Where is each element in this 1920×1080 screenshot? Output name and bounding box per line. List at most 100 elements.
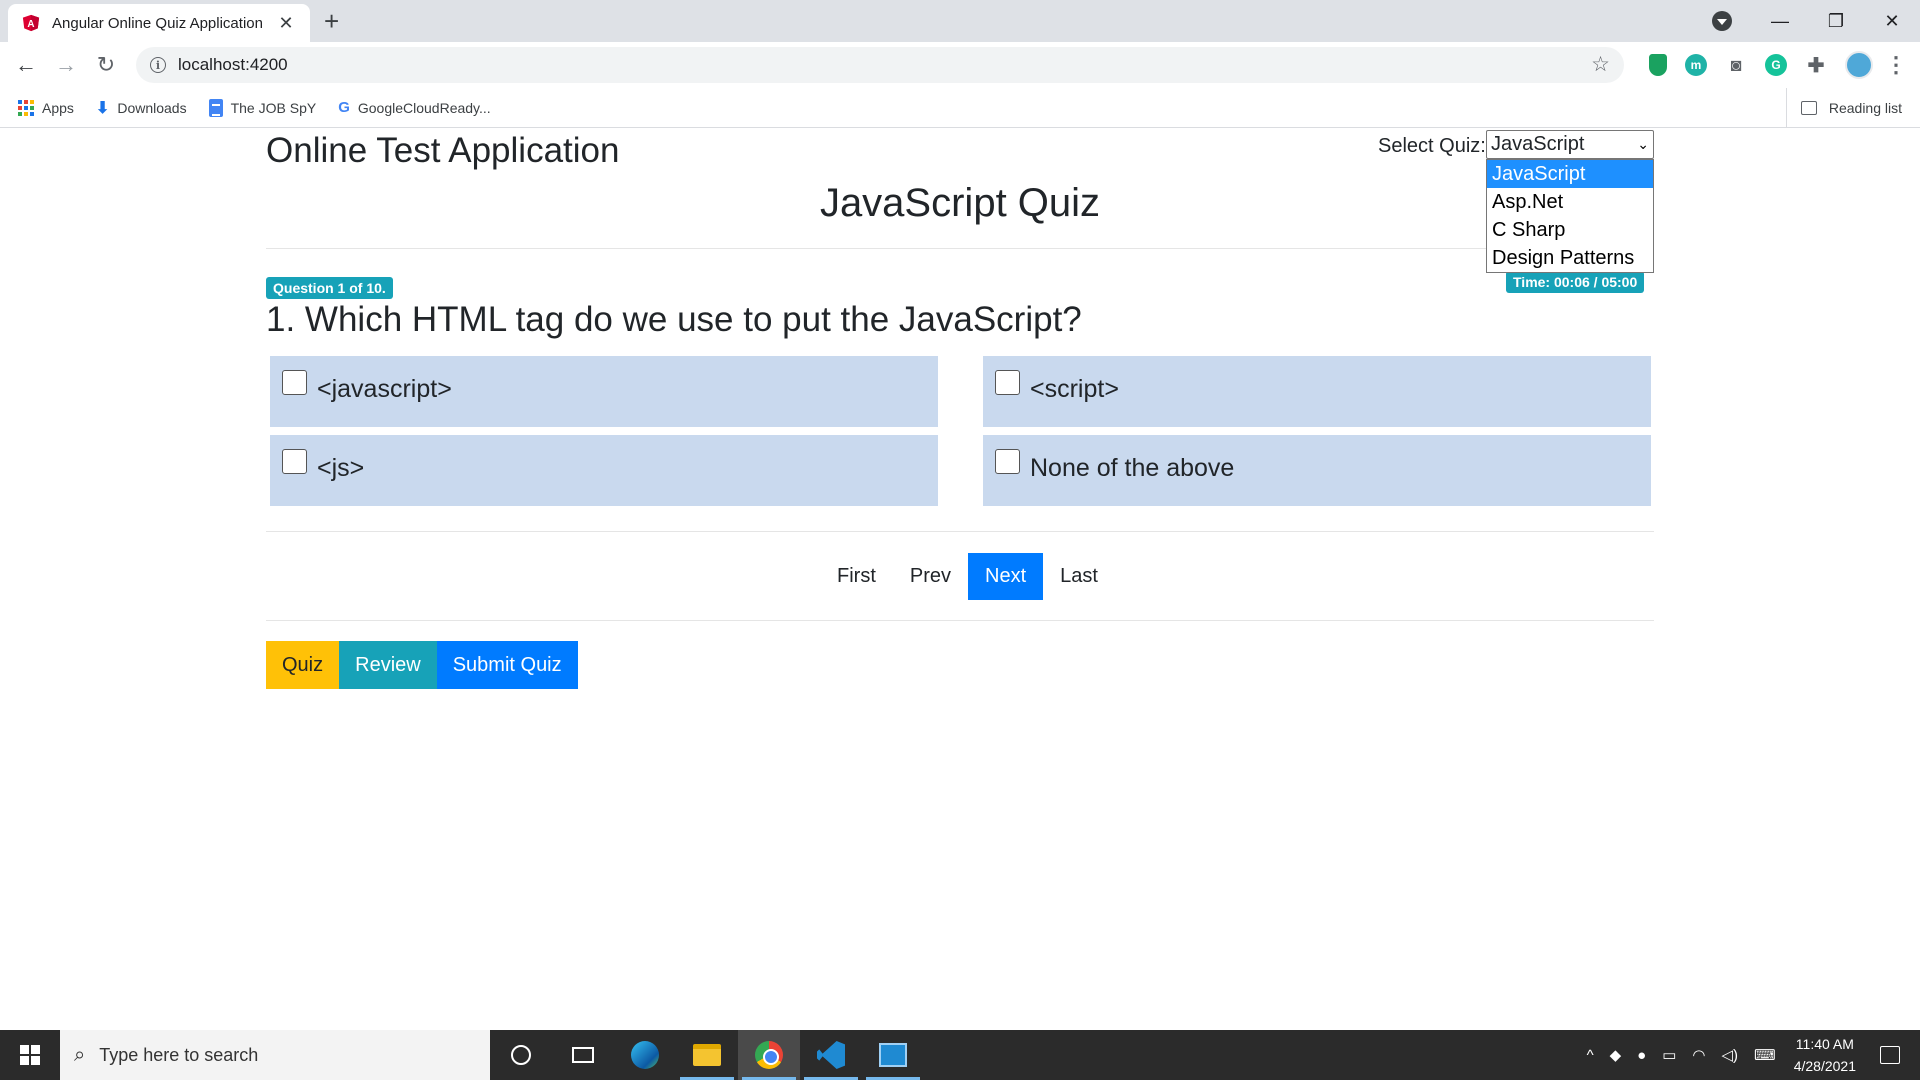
quiz-option-csharp[interactable]: C Sharp	[1487, 216, 1653, 244]
answer-checkbox[interactable]	[282, 370, 307, 395]
quiz-select[interactable]: JavaScript ⌄	[1486, 130, 1654, 159]
bookmarks-bar: Apps ⬇ Downloads The JOB SpY G GoogleClo…	[0, 88, 1920, 128]
bookmark-apps[interactable]: Apps	[18, 99, 74, 116]
bookmark-label: GoogleCloudReady...	[357, 99, 491, 116]
edge-icon	[631, 1041, 659, 1069]
divider	[266, 248, 1654, 249]
bookmark-star-icon[interactable]: ☆	[1591, 52, 1610, 77]
site-info-icon[interactable]: i	[150, 57, 166, 73]
new-tab-icon[interactable]: +	[324, 8, 339, 34]
tab-search-icon[interactable]	[1712, 11, 1732, 31]
submit-quiz-button[interactable]: Submit Quiz	[436, 641, 578, 689]
search-icon: ⌕	[74, 1043, 86, 1066]
window-controls: — ❐ ✕	[1752, 0, 1920, 42]
divider	[266, 620, 1654, 621]
answer-option[interactable]: <javascript>	[270, 356, 938, 427]
bookmark-downloads[interactable]: ⬇ Downloads	[96, 98, 187, 118]
google-icon: G	[338, 99, 350, 116]
minimize-icon[interactable]: —	[1752, 11, 1808, 32]
browser-tab[interactable]: A Angular Online Quiz Application ✕	[8, 4, 310, 42]
chevron-down-icon: ⌄	[1637, 136, 1649, 152]
url-text[interactable]: localhost:4200	[178, 55, 288, 75]
shield-extension-icon[interactable]	[1649, 54, 1667, 76]
notifications-icon[interactable]	[1880, 1046, 1900, 1064]
angular-icon: A	[22, 14, 40, 32]
address-bar[interactable]: i localhost:4200 ☆	[136, 47, 1624, 83]
clock-time: 11:40 AM	[1795, 1036, 1854, 1052]
svg-text:A: A	[27, 19, 34, 30]
keyboard-icon[interactable]: ⌨	[1754, 1046, 1776, 1064]
close-window-icon[interactable]: ✕	[1864, 11, 1920, 32]
reload-icon[interactable]: ↻	[86, 52, 126, 78]
sync-icon[interactable]: ●	[1637, 1047, 1646, 1064]
bookmark-label: Downloads	[117, 99, 187, 116]
reading-list[interactable]: Reading list	[1785, 88, 1902, 128]
review-button[interactable]: Review	[339, 641, 437, 689]
select-quiz-label: Select Quiz:	[1378, 135, 1486, 157]
taskbar-search[interactable]: ⌕ Type here to search	[60, 1030, 490, 1080]
quiz-mode-button[interactable]: Quiz	[266, 641, 340, 689]
answer-checkbox[interactable]	[282, 449, 307, 474]
reading-list-label: Reading list	[1828, 100, 1902, 116]
quiz-option-design-patterns[interactable]: Design Patterns	[1487, 244, 1653, 272]
bookmark-label: Apps	[42, 99, 74, 116]
tab-title: Angular Online Quiz Application	[52, 14, 263, 32]
m-extension-icon[interactable]: m	[1685, 54, 1707, 76]
document-icon	[208, 98, 223, 117]
battery-icon[interactable]: ▭	[1662, 1046, 1676, 1064]
grammarly-extension-icon[interactable]: G	[1765, 54, 1787, 76]
quiz-dropdown-list: JavaScript Asp.Net C Sharp Design Patter…	[1486, 159, 1654, 273]
restore-icon[interactable]: ❐	[1808, 11, 1864, 32]
file-explorer-icon	[693, 1044, 721, 1066]
timer-badge: Time: 00:06 / 05:00	[1506, 271, 1645, 293]
answer-option[interactable]: <script>	[983, 356, 1651, 427]
forward-icon[interactable]: →	[46, 52, 86, 78]
pager-last-button[interactable]: Last	[1043, 553, 1115, 600]
taskbar-photos[interactable]	[862, 1030, 924, 1080]
answer-label: <js>	[317, 454, 365, 482]
mode-button-group: Quiz Review Submit Quiz	[266, 641, 578, 689]
answer-checkbox[interactable]	[995, 449, 1020, 474]
teams-icon[interactable]: ◆	[1610, 1046, 1622, 1064]
wifi-icon[interactable]: ◠	[1692, 1046, 1705, 1064]
taskbar-search-placeholder: Type here to search	[99, 1044, 259, 1065]
volume-icon[interactable]: ◁)	[1722, 1046, 1739, 1064]
reading-list-icon	[1800, 101, 1817, 115]
camera-extension-icon[interactable]: ◙	[1725, 54, 1747, 76]
clock[interactable]: 11:40 AM 4/28/2021	[1794, 1033, 1856, 1077]
photos-icon	[879, 1043, 907, 1067]
taskbar-edge[interactable]	[614, 1030, 676, 1080]
system-tray: ^ ◆ ● ▭ ◠ ◁) ⌨ 11:40 AM 4/28/2021	[1579, 1030, 1920, 1080]
chevron-up-icon[interactable]: ^	[1587, 1047, 1594, 1064]
pager-next-button[interactable]: Next	[968, 553, 1044, 600]
back-icon[interactable]: ←	[6, 52, 46, 78]
bookmark-job-spy[interactable]: The JOB SpY	[208, 98, 316, 117]
browser-menu-icon[interactable]: ⋮	[1885, 52, 1907, 77]
browser-toolbar: ← → ↻ i localhost:4200 ☆ m ◙ G ✚ ⋮	[0, 42, 1920, 88]
cortana-icon	[511, 1045, 531, 1065]
task-view-button[interactable]	[552, 1030, 614, 1080]
close-tab-icon[interactable]: ✕	[276, 13, 296, 34]
extensions-puzzle-icon[interactable]: ✚	[1805, 54, 1827, 77]
taskbar-file-explorer[interactable]	[676, 1030, 738, 1080]
quiz-option-javascript[interactable]: JavaScript	[1487, 160, 1653, 188]
answer-checkbox[interactable]	[995, 370, 1020, 395]
windows-logo-icon	[20, 1045, 40, 1065]
cortana-button[interactable]	[490, 1030, 552, 1080]
profile-avatar[interactable]	[1845, 51, 1873, 79]
chrome-icon	[755, 1041, 783, 1069]
answer-option[interactable]: None of the above	[983, 435, 1651, 506]
taskbar-vscode[interactable]	[800, 1030, 862, 1080]
start-button[interactable]	[0, 1030, 60, 1080]
taskbar-chrome[interactable]	[738, 1030, 800, 1080]
pager-prev-button[interactable]: Prev	[893, 553, 968, 600]
quiz-option-aspnet[interactable]: Asp.Net	[1487, 188, 1653, 216]
question-pager: First Prev Next Last	[820, 553, 1115, 600]
question-text: 1. Which HTML tag do we use to put the J…	[266, 300, 1082, 339]
answer-option[interactable]: <js>	[270, 435, 938, 506]
taskbar-apps	[490, 1030, 924, 1080]
pager-first-button[interactable]: First	[820, 553, 893, 600]
bookmark-googlecloudready[interactable]: G GoogleCloudReady...	[338, 99, 491, 116]
page-content: Online Test Application Select Quiz: Jav…	[0, 129, 1920, 1030]
divider	[266, 531, 1654, 532]
